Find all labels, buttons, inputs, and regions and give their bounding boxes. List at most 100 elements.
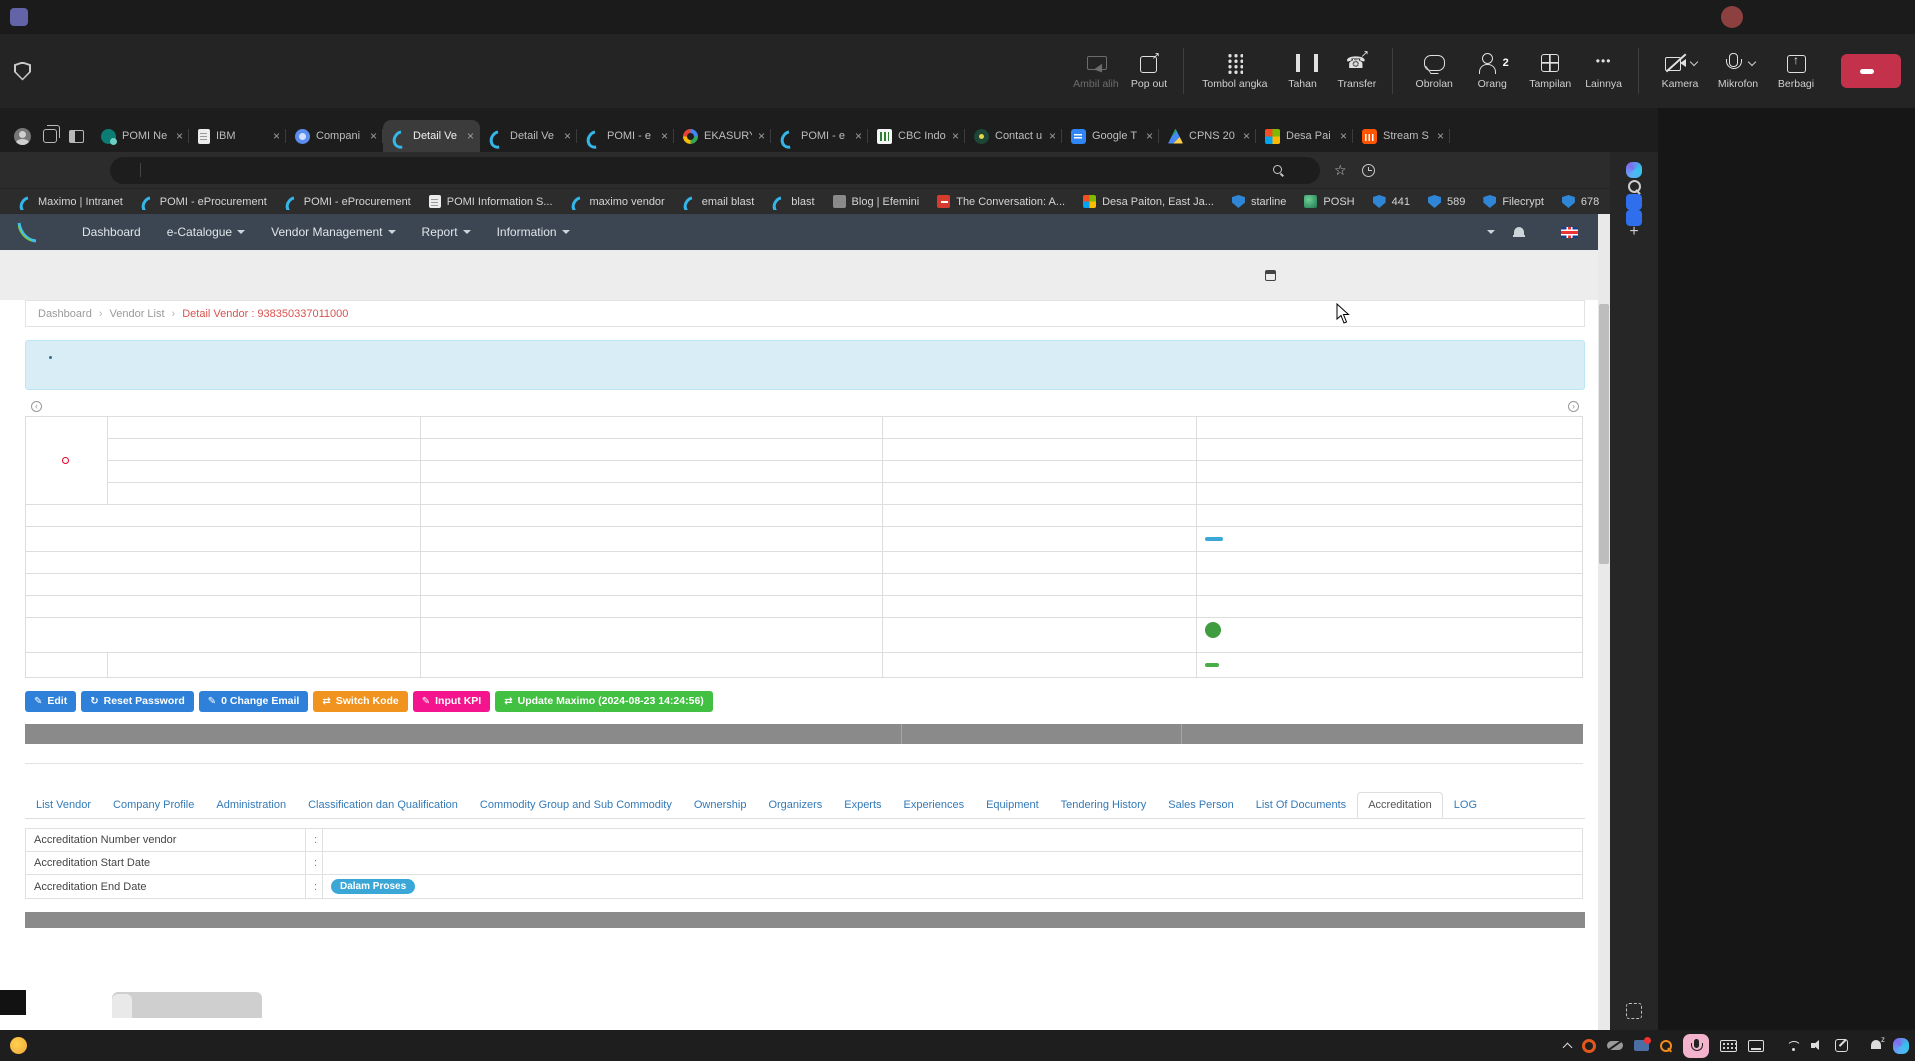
- tab-search-icon[interactable]: [69, 129, 84, 143]
- bookmark-item[interactable]: POMI - eProcurement: [278, 193, 418, 210]
- tab-close-icon[interactable]: ×: [1243, 129, 1250, 143]
- detail-tab[interactable]: Experiences: [893, 792, 976, 818]
- volume-icon[interactable]: [1811, 1040, 1824, 1051]
- action-button[interactable]: ⇄ Update Maximo (2024-08-23 14:24:56): [495, 690, 713, 712]
- bookmark-item[interactable]: email blast: [676, 193, 762, 210]
- bookmark-item[interactable]: The Conversation: A...: [930, 193, 1072, 210]
- menu-item[interactable]: Report: [422, 225, 471, 239]
- toolbar-button[interactable]: Transfer: [1332, 48, 1394, 94]
- bookmark-item[interactable]: starline: [1225, 193, 1293, 210]
- weather-widget[interactable]: [0, 1037, 34, 1054]
- tab-close-icon[interactable]: ×: [467, 129, 474, 143]
- scrollbar-thumb[interactable]: [1599, 304, 1609, 564]
- tab-close-icon[interactable]: ×: [564, 129, 571, 143]
- tab-close-icon[interactable]: ×: [758, 129, 765, 143]
- bookmark-item[interactable]: blast: [765, 193, 821, 210]
- avatar[interactable]: [1721, 6, 1743, 28]
- leave-call-button[interactable]: [1841, 54, 1901, 88]
- address-bar[interactable]: [110, 156, 1320, 184]
- active-microphone-icon[interactable]: [1683, 1033, 1709, 1058]
- page-scrollbar[interactable]: [1598, 214, 1610, 1061]
- chevron-down-icon[interactable]: [1689, 57, 1698, 66]
- action-button[interactable]: ✎ Edit: [25, 690, 77, 712]
- menu-item[interactable]: Information: [497, 225, 570, 239]
- toolbar-button[interactable]: Tahan: [1274, 48, 1332, 94]
- tray-expand-icon[interactable]: [1562, 1042, 1573, 1052]
- tab-close-icon[interactable]: ×: [1049, 129, 1056, 143]
- folder-alert-icon[interactable]: [1634, 1037, 1651, 1051]
- toolbar-button[interactable]: Obrolan: [1405, 48, 1463, 94]
- browser-tab[interactable]: CBC Indo ×: [868, 120, 965, 152]
- action-button[interactable]: ✎ Input KPI: [412, 690, 491, 712]
- detail-tab[interactable]: Organizers: [757, 792, 833, 818]
- detail-tab[interactable]: Commodity Group and Sub Commodity: [469, 792, 683, 818]
- browser-profile-icon[interactable]: [14, 127, 31, 145]
- browser-tab[interactable]: Detail Ve ×: [480, 120, 577, 152]
- browser-tab[interactable]: Google T ×: [1062, 120, 1159, 152]
- menu-item[interactable]: Dashboard: [82, 225, 141, 239]
- browser-tab[interactable]: Desa Pai ×: [1256, 120, 1353, 152]
- sidebar-icon[interactable]: [1626, 1003, 1642, 1019]
- tab-close-icon[interactable]: ×: [176, 129, 183, 143]
- bookmark-item[interactable]: Blog | Efemini: [826, 193, 927, 210]
- browser-tab[interactable]: IBM ×: [189, 120, 286, 152]
- detail-tab[interactable]: Equipment: [975, 792, 1050, 818]
- goto-menu[interactable]: [1482, 230, 1495, 234]
- detail-tab[interactable]: List Of Documents: [1245, 792, 1357, 818]
- chevron-down-icon[interactable]: [1747, 57, 1756, 66]
- tab-groups-icon[interactable]: [43, 125, 60, 143]
- toolbar-button[interactable]: Lainnya: [1579, 48, 1639, 94]
- bookmark-item[interactable]: 441: [1366, 193, 1417, 210]
- breadcrumb-item[interactable]: Vendor List: [92, 308, 165, 320]
- toolbar-button[interactable]: Kamera: [1651, 48, 1709, 94]
- browser-tab[interactable]: Detail Ve ×: [383, 120, 480, 152]
- browser-tab[interactable]: POMI Ne ×: [92, 120, 189, 152]
- bookmark-item[interactable]: Maximo | Intranet: [12, 193, 130, 210]
- toolbar-button[interactable]: Mikrofon: [1709, 48, 1767, 94]
- eproc-brand[interactable]: [14, 220, 46, 244]
- sidebar-icon[interactable]: [1626, 178, 1642, 194]
- bookmark-item[interactable]: 678: [1555, 193, 1606, 210]
- tab-close-icon[interactable]: ×: [661, 129, 668, 143]
- browser-tab[interactable]: POMI - e ×: [771, 120, 868, 152]
- tab-close-icon[interactable]: ×: [855, 129, 862, 143]
- bell-icon[interactable]: [1513, 226, 1525, 238]
- history-icon[interactable]: [1361, 163, 1375, 177]
- tab-close-icon[interactable]: ×: [370, 129, 377, 143]
- browser-tab[interactable]: CPNS 20 ×: [1159, 120, 1256, 152]
- bookmark-item[interactable]: Desa Paiton, East Ja...: [1076, 193, 1221, 210]
- toolbar-button[interactable]: Pop out: [1125, 48, 1185, 94]
- bookmark-item[interactable]: 589: [1421, 193, 1472, 210]
- toolbar-button[interactable]: Tampilan: [1521, 48, 1579, 94]
- onedrive-paused-icon[interactable]: [1607, 1041, 1623, 1050]
- detail-tab[interactable]: Tendering History: [1050, 792, 1158, 818]
- menu-item[interactable]: Vendor Management: [271, 225, 396, 239]
- toolbar-button[interactable]: Ambil alih: [1067, 48, 1125, 94]
- bookmark-item[interactable]: POSH: [1297, 193, 1361, 210]
- browser-tab[interactable]: Stream S ×: [1353, 120, 1450, 152]
- bookmark-item[interactable]: POMI Information S...: [422, 193, 560, 210]
- action-button[interactable]: ✎ 0 Change Email: [198, 690, 309, 712]
- background-tab[interactable]: [112, 994, 132, 1018]
- menu-item[interactable]: e-Catalogue: [167, 225, 246, 239]
- breadcrumb-item[interactable]: Dashboard: [38, 308, 92, 320]
- recording-icon[interactable]: [1582, 1038, 1596, 1053]
- toolbar-button[interactable]: 2 Orang: [1463, 48, 1521, 94]
- bookmark-item[interactable]: Filecrypt: [1476, 193, 1551, 210]
- toolbar-button[interactable]: Berbagi: [1767, 48, 1825, 94]
- browser-tab[interactable]: POMI - e ×: [577, 120, 674, 152]
- bookmark-item[interactable]: POMI - eProcurement: [134, 193, 274, 210]
- search-tool-icon[interactable]: [1660, 1039, 1672, 1052]
- touch-keyboard-icon[interactable]: [1720, 1039, 1737, 1052]
- action-button[interactable]: ↻ Reset Password: [81, 690, 194, 712]
- bookmark-item[interactable]: maximo vendor: [564, 193, 672, 210]
- detail-tab[interactable]: Company Profile: [102, 792, 205, 818]
- sidebar-icon[interactable]: [1626, 194, 1642, 210]
- touchpad-icon[interactable]: [1748, 1039, 1764, 1052]
- browser-tab[interactable]: EKASURY ×: [674, 120, 771, 152]
- detail-tab[interactable]: Classification dan Qualification: [297, 792, 469, 818]
- detail-tab[interactable]: Sales Person: [1157, 792, 1244, 818]
- tab-close-icon[interactable]: ×: [1340, 129, 1347, 143]
- browser-tab[interactable]: Compani ×: [286, 120, 383, 152]
- previous-link[interactable]: ‹: [27, 400, 46, 412]
